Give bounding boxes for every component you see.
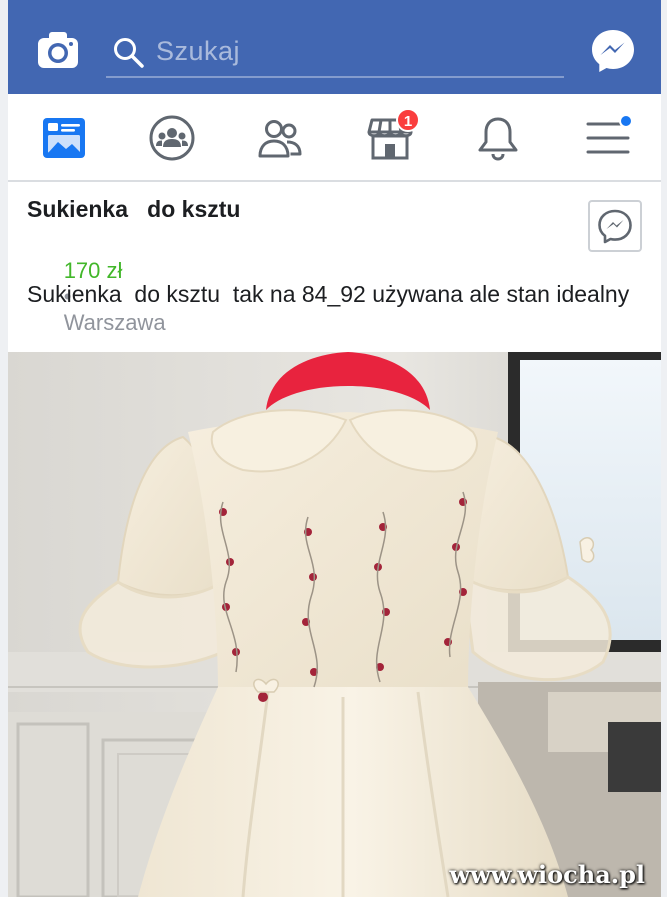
- bell-icon: [478, 117, 518, 161]
- nav-bar: 1: [8, 94, 661, 182]
- watermark: www.wiocha.pl: [449, 860, 645, 889]
- messenger-icon: [592, 30, 634, 72]
- marketplace-listing: Sukienka do ksztu 170 zł • Warszawa Suki…: [8, 184, 661, 352]
- nav-tab-groups[interactable]: [148, 114, 196, 162]
- app-screen: Szukaj 1 Sukienka do ksztu 170 zł • Wars…: [0, 0, 667, 897]
- nav-tab-marketplace[interactable]: 1: [366, 108, 420, 162]
- groups-icon: [149, 115, 195, 161]
- left-border: [0, 0, 8, 897]
- dress-photo: [8, 352, 661, 897]
- messenger-outline-icon: [598, 209, 632, 244]
- right-border: [661, 0, 667, 897]
- search-field[interactable]: Szukaj: [106, 22, 564, 78]
- search-icon: [114, 38, 144, 68]
- nav-tab-news-feed[interactable]: [40, 114, 88, 162]
- camera-icon: [38, 32, 78, 68]
- menu-notification-dot: [619, 114, 633, 128]
- top-bar: Szukaj: [8, 0, 661, 94]
- listing-description: Sukienka do ksztu tak na 84_92 używana a…: [27, 281, 630, 307]
- nav-tab-menu[interactable]: [584, 114, 633, 162]
- listing-location: Warszawa: [63, 310, 166, 335]
- news-feed-icon: [43, 118, 85, 158]
- nav-tab-friends[interactable]: [256, 114, 304, 162]
- listing-title: Sukienka do ksztu: [27, 196, 241, 222]
- message-seller-button[interactable]: [588, 200, 642, 252]
- marketplace-badge: 1: [396, 108, 420, 132]
- listing-photo[interactable]: www.wiocha.pl: [8, 352, 661, 897]
- nav-tab-notifications[interactable]: [474, 114, 522, 162]
- camera-button[interactable]: [36, 30, 80, 70]
- friends-icon: [258, 120, 302, 158]
- messenger-button[interactable]: [590, 28, 636, 74]
- search-placeholder: Szukaj: [156, 36, 241, 66]
